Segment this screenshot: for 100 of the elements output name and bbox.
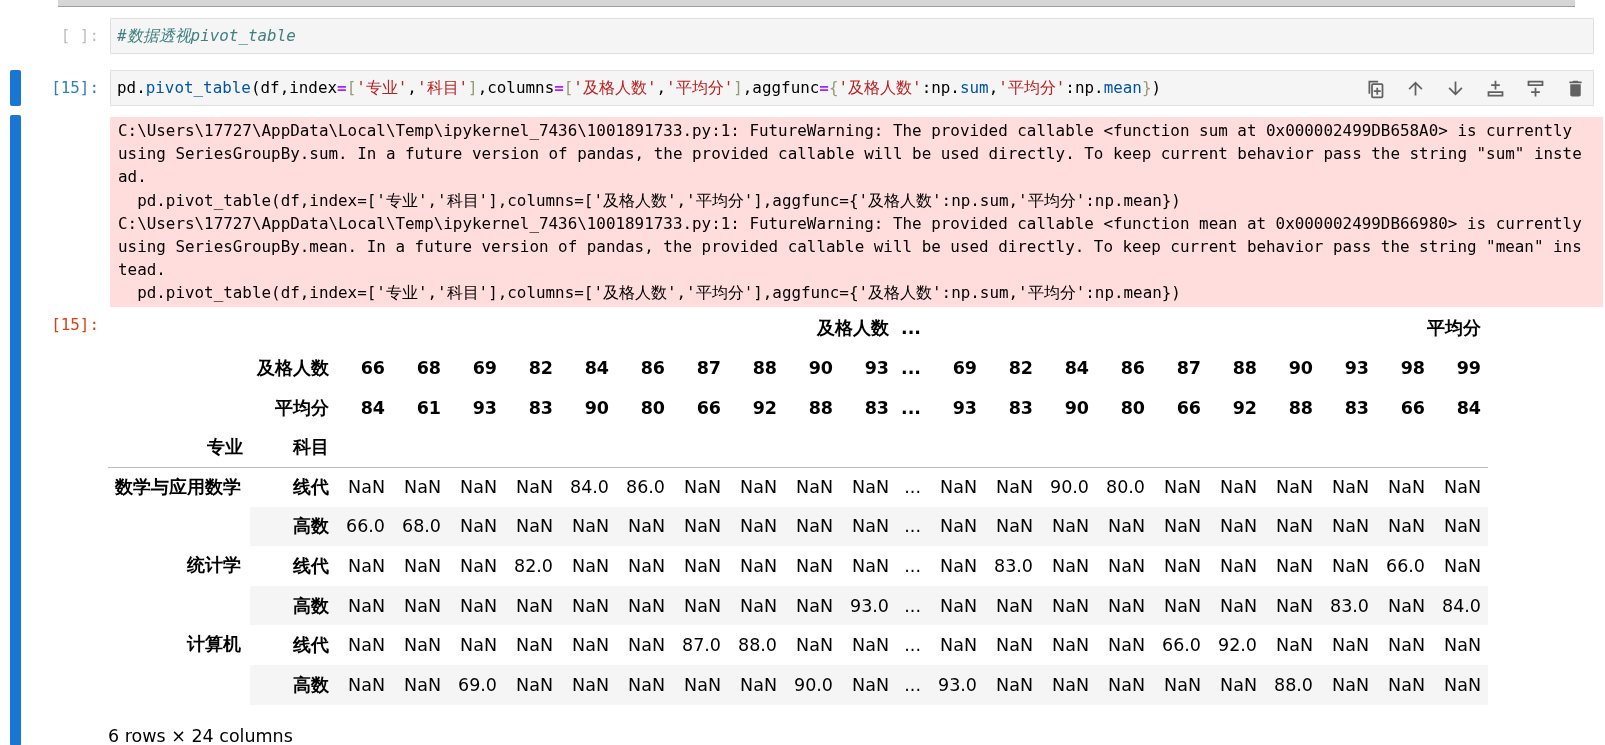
table-cell: NaN <box>928 585 984 626</box>
table-cell: NaN <box>840 625 896 665</box>
table-cell: NaN <box>1040 664 1096 705</box>
table-cell: NaN <box>1320 506 1376 547</box>
table-cell: NaN <box>1208 506 1264 547</box>
table-cell: NaN <box>448 506 504 547</box>
table-cell: NaN <box>448 546 504 586</box>
column-header: 88 <box>1231 357 1258 380</box>
table-cell: NaN <box>336 625 392 665</box>
table-cell: NaN <box>1432 625 1488 665</box>
column-header: 84 <box>1063 357 1090 380</box>
table-cell: NaN <box>1208 664 1264 705</box>
table-cell: 88.0 <box>728 625 784 665</box>
table-cell: NaN <box>1320 467 1376 507</box>
table-cell: NaN <box>1096 625 1152 665</box>
row-header: 高数 <box>250 585 336 626</box>
column-header: 92 <box>751 396 778 420</box>
table-cell: 69.0 <box>448 664 504 705</box>
table-cell: NaN <box>1432 506 1488 547</box>
table-cell: NaN <box>840 506 896 547</box>
table-cell: NaN <box>1432 467 1488 507</box>
table-cell: NaN <box>1264 625 1320 665</box>
table-cell: NaN <box>392 467 448 507</box>
table-cell: 84.0 <box>560 467 616 507</box>
table-cell: NaN <box>1096 506 1152 547</box>
table-cell: NaN <box>616 664 672 705</box>
table-cell: NaN <box>840 546 896 586</box>
table-cell: NaN <box>1376 585 1432 626</box>
table-cell: NaN <box>392 546 448 586</box>
input-prompt: [15]: <box>50 77 100 99</box>
table-cell: NaN <box>616 546 672 586</box>
table-cell: NaN <box>672 506 728 547</box>
table-cell: 66.0 <box>1152 625 1208 665</box>
table-cell: NaN <box>616 625 672 665</box>
code-input[interactable]: #数据透视pivot_table <box>110 18 1594 54</box>
table-cell: NaN <box>448 467 504 507</box>
output-prompt: [15]: <box>50 313 100 335</box>
table-cell: NaN <box>984 506 1040 547</box>
column-header: 88 <box>807 396 834 420</box>
column-header: 84 <box>583 357 610 380</box>
table-cell: 92.0 <box>1208 625 1264 665</box>
table-cell: 87.0 <box>672 625 728 665</box>
column-header: 99 <box>1455 357 1482 380</box>
table-cell: NaN <box>928 546 984 586</box>
table-cell: NaN <box>336 467 392 507</box>
table-cell: NaN <box>1152 664 1208 705</box>
table-cell: NaN <box>616 585 672 626</box>
column-header: 83 <box>1007 396 1034 420</box>
table-cell: NaN <box>984 467 1040 507</box>
column-header: 84 <box>1455 396 1482 420</box>
table-cell: NaN <box>728 467 784 507</box>
table-cell: NaN <box>1096 546 1152 586</box>
column-header: 90 <box>1287 357 1314 380</box>
table-cell: NaN <box>1152 506 1208 547</box>
table-cell: NaN <box>1152 546 1208 586</box>
table-cell: 90.0 <box>1040 467 1096 507</box>
table-cell: NaN <box>1040 546 1096 586</box>
table-cell: NaN <box>504 506 560 547</box>
column-header: 98 <box>1399 357 1426 380</box>
table-cell: NaN <box>1152 467 1208 507</box>
table-cell: NaN <box>1432 664 1488 705</box>
column-header: 83 <box>527 396 554 420</box>
table-cell: NaN <box>784 467 840 507</box>
column-header: 90 <box>1063 396 1090 420</box>
table-cell: NaN <box>928 506 984 547</box>
table-cell: 88.0 <box>1264 664 1320 705</box>
cell-collapser[interactable] <box>10 70 21 106</box>
table-cell: ... <box>896 585 928 626</box>
table-cell: NaN <box>560 546 616 586</box>
table-cell: 83.0 <box>1320 585 1376 626</box>
code-input[interactable]: pd.pivot_table(df,index=['专业','科目'],columns=['及格人数','平均分'],aggfunc={'及格人数':np.sum,'平均分':np.mean}) <box>110 70 1594 106</box>
table-cell: NaN <box>560 506 616 547</box>
table-cell: NaN <box>984 625 1040 665</box>
table-cell: NaN <box>560 664 616 705</box>
code-line: pd.pivot_table(df,index=['专业','科目'],columns=['及格人数','平均分'],aggfunc={'及格人数':np.sum,'平均分':np.mean}) <box>117 77 1162 99</box>
table-cell: ... <box>896 467 928 507</box>
index-name: 科目 <box>250 427 336 467</box>
column-header: 83 <box>1343 396 1370 420</box>
table-cell: NaN <box>672 585 728 626</box>
table-cell: NaN <box>728 506 784 547</box>
table-cell: 82.0 <box>504 546 560 586</box>
column-header: 93 <box>951 396 978 420</box>
table-cell: NaN <box>784 625 840 665</box>
table-cell: NaN <box>784 585 840 626</box>
column-header: 82 <box>527 357 554 380</box>
row-header: 计算机 <box>108 625 250 705</box>
table-cell: 66.0 <box>336 506 392 547</box>
table-cell: 84.0 <box>1432 585 1488 626</box>
scrollbar[interactable] <box>58 0 1575 7</box>
column-header: 90 <box>807 357 834 380</box>
table-cell: NaN <box>504 664 560 705</box>
column-header: 平均分 <box>1426 317 1482 341</box>
table-cell: NaN <box>1376 467 1432 507</box>
column-header: 93 <box>471 396 498 420</box>
table-cell: NaN <box>392 664 448 705</box>
table-cell: NaN <box>928 467 984 507</box>
table-cell: NaN <box>728 546 784 586</box>
column-level-name: 平均分 <box>274 396 330 420</box>
table-cell: NaN <box>984 585 1040 626</box>
table-cell: ... <box>896 664 928 705</box>
